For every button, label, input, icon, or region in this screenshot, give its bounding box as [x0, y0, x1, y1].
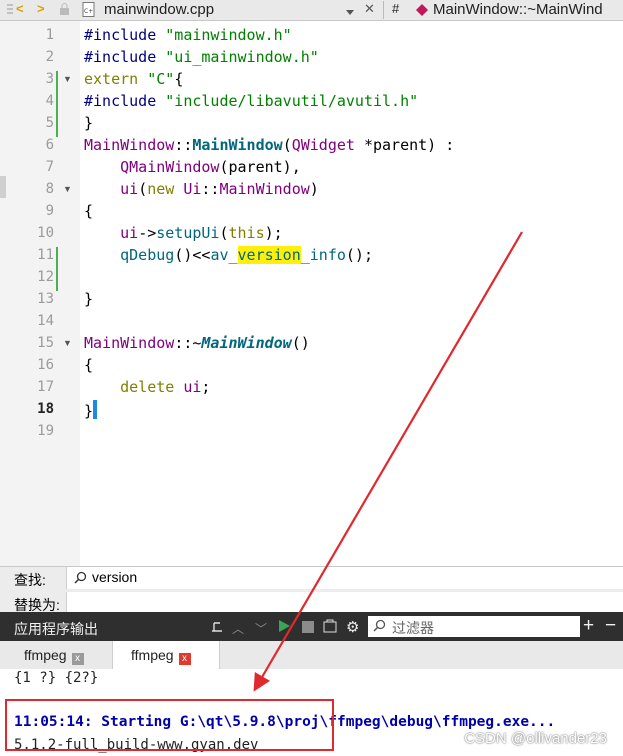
scroll-marker: [0, 176, 6, 198]
line-number: 5: [45, 115, 54, 131]
line-number: 3: [45, 71, 54, 87]
code-line[interactable]: }: [84, 400, 98, 420]
code-line[interactable]: #include "mainwindow.h": [84, 26, 292, 44]
line-number: 15: [37, 335, 54, 351]
output-line: {1 ?} {2?}: [14, 670, 99, 686]
code-line[interactable]: ui->setupUi(this);: [84, 224, 283, 242]
up-icon[interactable]: ︿: [232, 620, 244, 637]
code-line[interactable]: qDebug()<<av_version_info();: [84, 246, 373, 264]
down-icon[interactable]: ﹀: [255, 620, 267, 637]
find-label: 查找:: [14, 572, 46, 588]
fold-arrow-icon[interactable]: ▼: [63, 338, 72, 348]
nav-forward-button[interactable]: >: [37, 1, 45, 16]
line-number: 13: [37, 291, 54, 307]
line-number: 9: [45, 203, 54, 219]
line-number: 4: [45, 93, 54, 109]
search-highlight: version: [237, 246, 301, 264]
code-line[interactable]: #include "ui_mainwindow.h": [84, 48, 319, 66]
minimize-button[interactable]: −: [605, 615, 616, 637]
run-icon[interactable]: [278, 619, 291, 636]
text-caret: [93, 400, 98, 419]
file-dropdown-icon[interactable]: [346, 5, 355, 20]
close-icon[interactable]: x: [71, 653, 84, 665]
line-number-current: 18: [37, 401, 54, 417]
replace-input[interactable]: [66, 592, 623, 613]
line-number: 10: [37, 225, 54, 241]
annotation-box: [5, 699, 334, 751]
code-line[interactable]: QMainWindow(parent),: [84, 158, 301, 176]
change-marker: [56, 247, 58, 291]
line-number: 7: [45, 159, 54, 175]
output-tabs: ffmpeg x ffmpeg x: [0, 641, 623, 670]
line-number: 8: [45, 181, 54, 197]
code-editor[interactable]: 1 2 3 4 5 6 7 8 9 10 11 12 13 14 15 16 1…: [0, 21, 623, 566]
editor-toolbar: < > C+ mainwindow.cpp ✕ # MainWindow::~M…: [0, 0, 623, 21]
code-line[interactable]: extern "C"{: [84, 70, 183, 88]
add-button[interactable]: +: [583, 615, 594, 637]
code-line[interactable]: {: [84, 202, 93, 220]
lock-icon: [59, 3, 70, 19]
tab-ffmpeg-2[interactable]: ffmpeg x: [112, 641, 220, 669]
split-handle-icon[interactable]: [4, 1, 16, 19]
search-icon: [74, 571, 87, 587]
line-number: 19: [37, 423, 54, 439]
tab-label: ffmpeg: [24, 647, 67, 663]
watermark: CSDN @ollivander23: [464, 730, 607, 747]
change-marker: [56, 71, 58, 137]
fold-arrow-icon[interactable]: ▼: [63, 74, 72, 84]
clear-icon[interactable]: [323, 619, 337, 636]
close-file-button[interactable]: ✕: [364, 1, 375, 17]
line-number: 16: [37, 357, 54, 373]
stop-icon[interactable]: [302, 620, 314, 636]
find-replace-bar: 查找: version 替换为:: [0, 566, 623, 613]
code-line[interactable]: #include "include/libavutil/avutil.h": [84, 92, 418, 110]
line-number: 11: [37, 247, 54, 263]
line-number: 1: [45, 27, 54, 43]
code-line[interactable]: MainWindow::~MainWindow(): [84, 334, 310, 352]
close-icon[interactable]: x: [178, 653, 191, 665]
code-line[interactable]: ui(new Ui::MainWindow): [84, 180, 319, 198]
line-number: 17: [37, 379, 54, 395]
line-number: 2: [45, 49, 54, 65]
output-pane-header: 应用程序输出 ︿ ﹀ ⚙ 过滤器 + −: [0, 612, 623, 641]
symbol-selector[interactable]: MainWindow::~MainWind: [433, 1, 603, 18]
code-line[interactable]: {: [84, 356, 93, 374]
svg-text:C+: C+: [84, 8, 93, 15]
file-selector[interactable]: mainwindow.cpp: [104, 1, 214, 18]
search-icon: [373, 619, 386, 635]
find-input-value: version: [92, 569, 138, 585]
filter-input[interactable]: 过滤器: [368, 616, 580, 637]
tab-label: ffmpeg: [131, 647, 174, 663]
method-icon: [416, 4, 428, 19]
divider: [383, 1, 384, 19]
code-line[interactable]: }: [84, 290, 93, 308]
code-line[interactable]: delete ui;: [84, 378, 210, 396]
find-input[interactable]: version: [66, 567, 623, 589]
line-number: 6: [45, 137, 54, 153]
line-number: 12: [37, 269, 54, 285]
attach-icon[interactable]: [210, 619, 224, 636]
filter-placeholder: 过滤器: [392, 620, 434, 636]
code-line[interactable]: }: [84, 114, 93, 132]
output-pane-title: 应用程序输出: [14, 621, 98, 637]
line-number: 14: [37, 313, 54, 329]
nav-back-button[interactable]: <: [16, 1, 24, 16]
code-line[interactable]: MainWindow::MainWindow(QWidget *parent) …: [84, 136, 454, 154]
cpp-file-icon: C+: [82, 2, 96, 20]
symbol-hash-icon: #: [392, 1, 400, 16]
gear-icon[interactable]: ⚙: [346, 618, 359, 636]
tab-ffmpeg-1[interactable]: ffmpeg x: [12, 641, 122, 669]
fold-arrow-icon[interactable]: ▼: [63, 184, 72, 194]
